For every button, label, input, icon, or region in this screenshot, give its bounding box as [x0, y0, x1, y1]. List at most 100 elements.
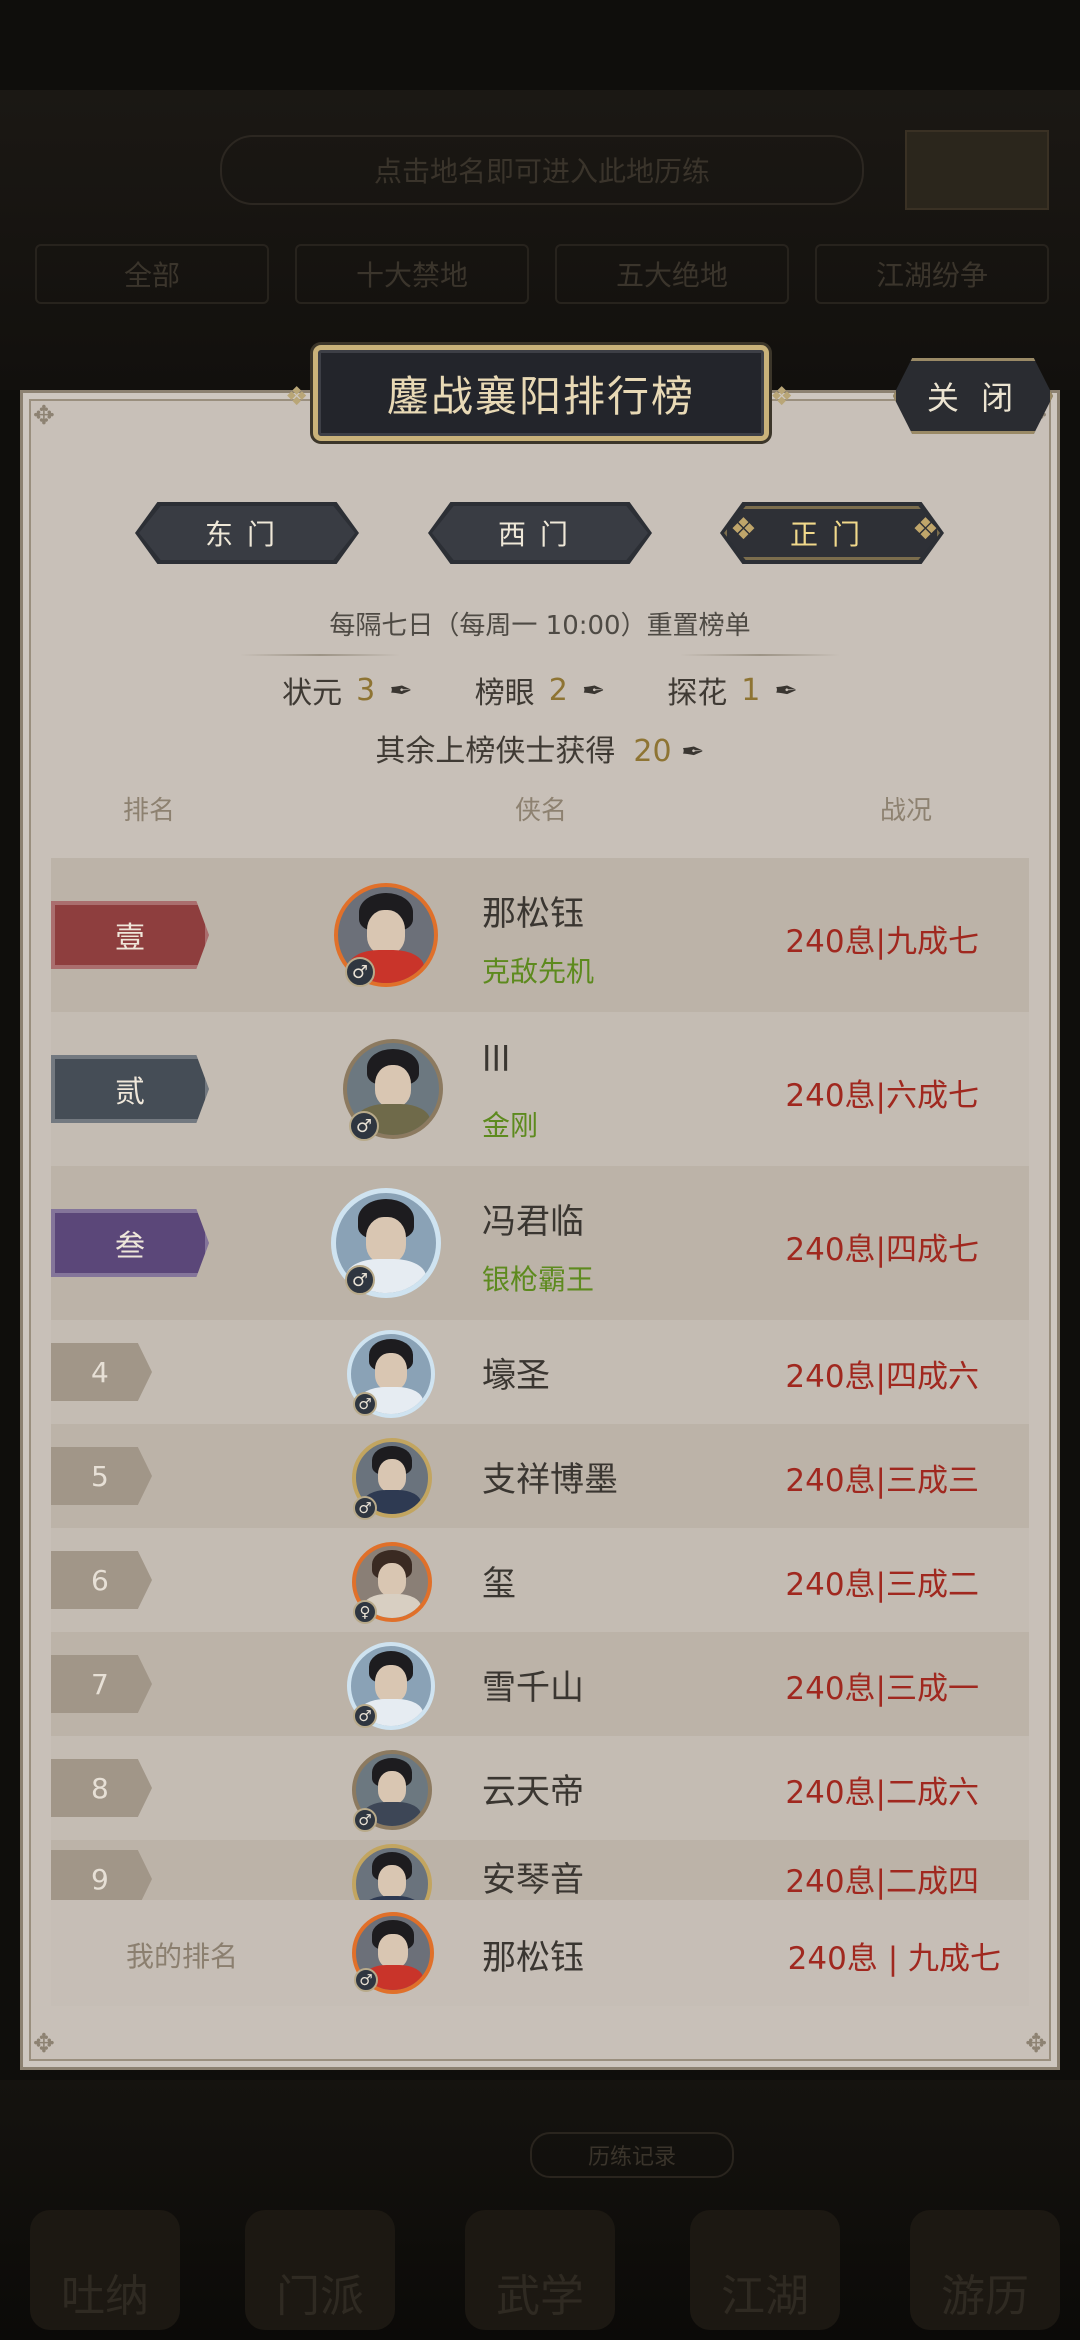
- background-hint: 点击地名即可进入此地历练: [220, 135, 864, 205]
- rank-badge: 叁: [51, 1209, 209, 1277]
- battle-status: 240息|三成三: [785, 1463, 979, 1499]
- divider: [680, 654, 840, 656]
- rank-number: 5: [51, 1447, 152, 1505]
- female-icon: ♀: [353, 1600, 377, 1624]
- player-name: 那松钰: [482, 894, 584, 934]
- corner-ornament-icon: ✥: [1025, 2029, 1047, 2059]
- close-button[interactable]: 关 闭: [893, 358, 1053, 434]
- player-name: 支祥博墨: [482, 1460, 618, 1500]
- background-tab-deadly: 五大绝地: [555, 244, 789, 304]
- reward-summary: 状元 3 ✒ 榜眼 2 ✒ 探花 1 ✒: [0, 668, 1080, 712]
- male-icon: ♂: [345, 1265, 375, 1295]
- quill-icon: ✒: [389, 673, 413, 707]
- battle-status: 240息|二成四: [785, 1864, 979, 1900]
- table-row[interactable]: 8 ♂ 云天帝 240息|二成六: [51, 1736, 1029, 1840]
- reward-second-value: 2: [548, 672, 568, 708]
- background-map-button: [905, 130, 1049, 210]
- reward-third-label: 探花: [667, 676, 728, 711]
- player-name: 冯君临: [482, 1202, 584, 1242]
- reward-second: 榜眼 2 ✒: [475, 668, 606, 712]
- battle-status: 240息|九成七: [785, 924, 979, 960]
- quill-icon: ✒: [581, 673, 606, 707]
- male-icon: ♂: [353, 1496, 377, 1520]
- other-reward: 其余上榜侠士获得 20 ✒: [0, 726, 1080, 770]
- gate-ornament-icon: ❖: [912, 512, 939, 547]
- background-nav-wuxue: 武学: [465, 2210, 615, 2330]
- other-reward-value: 20: [633, 734, 672, 769]
- background-record-button: 历练记录: [530, 2132, 734, 2178]
- my-rank-row: 我的排名 ♂ 那松钰 240息 | 九成七: [51, 1900, 1029, 2006]
- reward-first-label: 状元: [282, 676, 343, 711]
- background-nav-youli: 游历: [910, 2210, 1060, 2330]
- divider: [240, 654, 400, 656]
- avatar[interactable]: [352, 1844, 432, 1900]
- tab-west-gate[interactable]: 西门: [428, 502, 652, 564]
- background-tab-forbidden: 十大禁地: [295, 244, 529, 304]
- reward-third-value: 1: [741, 672, 761, 708]
- tab-west-gate-label: 西门: [497, 518, 582, 551]
- player-name: 玺: [482, 1564, 516, 1604]
- background-tab-jianghu: 江湖纷争: [815, 244, 1049, 304]
- battle-status: 240息|六成七: [785, 1078, 979, 1114]
- gate-ornament-icon: ❖: [730, 512, 757, 547]
- male-icon: ♂: [353, 1704, 377, 1728]
- corner-ornament-icon: ✥: [33, 2029, 55, 2059]
- rank-number: 7: [51, 1655, 152, 1713]
- tab-east-gate[interactable]: 东门: [135, 502, 359, 564]
- panel-title: 鏖战襄阳排行榜: [313, 345, 769, 441]
- table-row[interactable]: 5 ♂ 支祥博墨 240息|三成三: [51, 1424, 1029, 1528]
- table-row[interactable]: 壹 ♂ 那松钰 克敌先机 240息|九成七: [51, 858, 1029, 1012]
- player-title: 克敌先机: [482, 955, 595, 988]
- rank-badge: 壹: [51, 901, 209, 969]
- reward-second-label: 榜眼: [474, 676, 535, 711]
- column-header-status: 战况: [880, 796, 933, 826]
- quill-icon: ✒: [774, 673, 798, 707]
- player-name: 安琴音: [482, 1860, 584, 1900]
- rank-badge: 贰: [51, 1055, 209, 1123]
- my-rank-label: 我的排名: [126, 1940, 239, 1973]
- table-row[interactable]: 贰 ♂ lll 金刚 240息|六成七: [51, 1012, 1029, 1166]
- rank-number: 8: [51, 1759, 152, 1817]
- rank-number: 4: [51, 1343, 152, 1401]
- player-name: 云天帝: [482, 1772, 584, 1812]
- male-icon: ♂: [354, 1968, 378, 1992]
- male-icon: ♂: [349, 1111, 379, 1141]
- column-header-name: 侠名: [515, 796, 568, 826]
- reward-third: 探花 1 ✒: [667, 668, 798, 712]
- battle-status: 240息|四成六: [785, 1359, 979, 1395]
- reward-first: 状元 3 ✒: [282, 668, 413, 712]
- male-icon: ♂: [353, 1392, 377, 1416]
- corner-ornament-icon: ✥: [33, 401, 55, 431]
- column-header-rank: 排名: [123, 796, 176, 826]
- rank-number: 9: [51, 1850, 152, 1900]
- my-name: 那松钰: [482, 1938, 584, 1978]
- background-nav-jianghu: 江湖: [690, 2210, 840, 2330]
- reset-notice: 每隔七日（每周一 10:00）重置榜单: [329, 611, 751, 641]
- other-reward-label: 其余上榜侠士获得: [375, 734, 616, 769]
- player-title: 银枪霸王: [482, 1263, 595, 1296]
- table-row[interactable]: 6 ♀ 玺 240息|三成二: [51, 1528, 1029, 1632]
- player-name: lll: [482, 1040, 511, 1080]
- battle-status: 240息|四成七: [785, 1232, 979, 1268]
- table-row[interactable]: 叁 ♂ 冯君临 银枪霸王 240息|四成七: [51, 1166, 1029, 1320]
- player-name: 壕圣: [482, 1356, 550, 1396]
- my-battle-status: 240息 | 九成七: [787, 1941, 1001, 1977]
- ranking-list[interactable]: 壹 ♂ 那松钰 克敌先机 240息|九成七 贰 ♂ lll 金刚 240息|六成…: [51, 858, 1029, 1900]
- reward-first-value: 3: [356, 672, 376, 708]
- tab-east-gate-label: 东门: [204, 518, 289, 551]
- player-title: 金刚: [482, 1109, 539, 1142]
- table-row[interactable]: 7 ♂ 雪千山 240息|三成一: [51, 1632, 1029, 1736]
- battle-status: 240息|三成二: [785, 1567, 979, 1603]
- rank-number: 6: [51, 1551, 152, 1609]
- battle-status: 240息|三成一: [785, 1671, 979, 1707]
- title-ornament-right-icon: ❖: [770, 382, 794, 412]
- tab-main-gate-label: 正门: [789, 518, 874, 551]
- table-row[interactable]: 4 ♂ 壕圣 240息|四成六: [51, 1320, 1029, 1424]
- male-icon: ♂: [353, 1808, 377, 1832]
- table-row[interactable]: 9 安琴音 240息|二成四: [51, 1840, 1029, 1900]
- background-nav-tuna: 吐纳: [30, 2210, 180, 2330]
- quill-icon: ✒: [681, 735, 705, 768]
- background-nav-menpai: 门派: [245, 2210, 395, 2330]
- player-name: 雪千山: [482, 1668, 584, 1708]
- background-tab-all: 全部: [35, 244, 269, 304]
